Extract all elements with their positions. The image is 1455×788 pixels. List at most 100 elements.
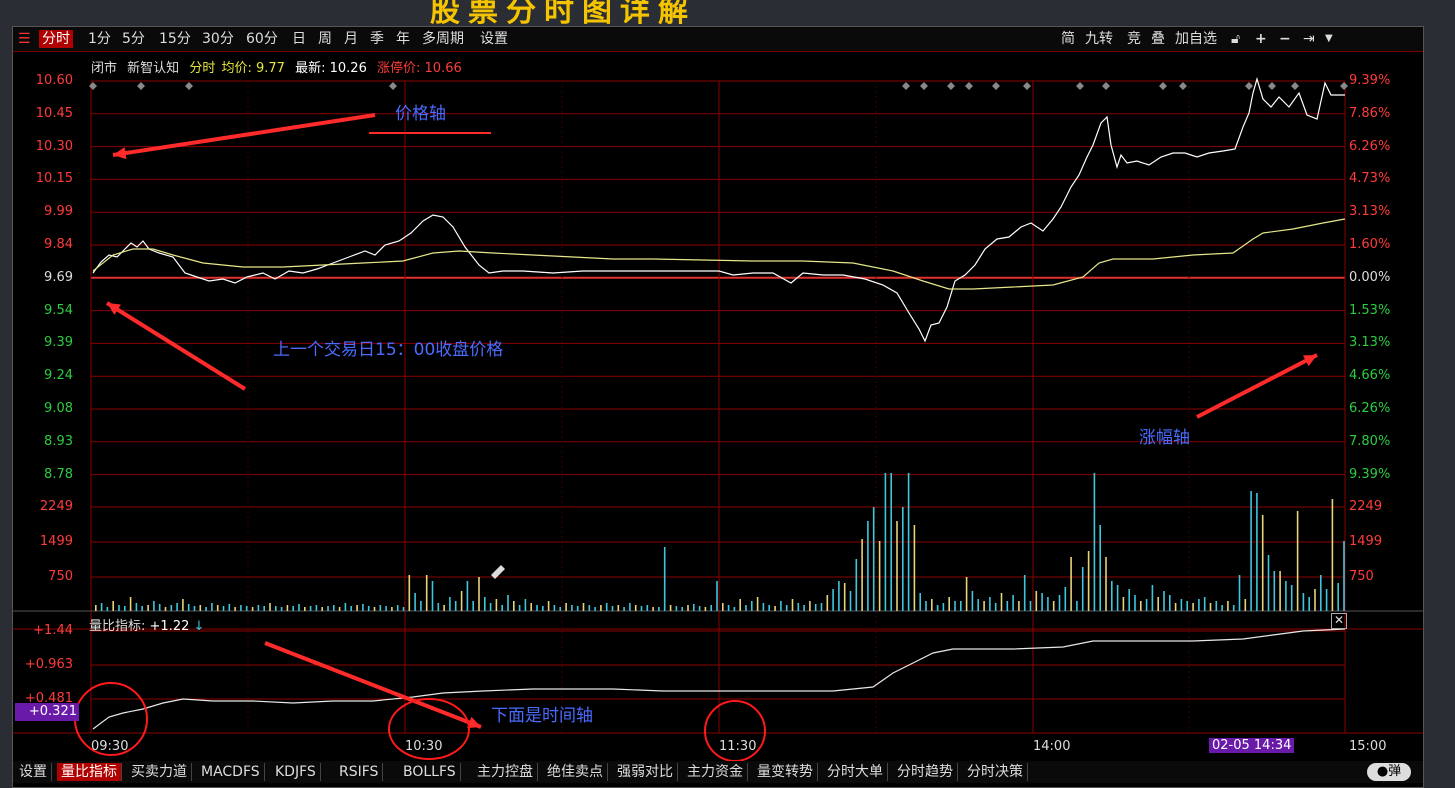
volume-bar xyxy=(936,605,939,611)
arrow-time-axis xyxy=(264,641,482,729)
cursor-time-marker: 02-05 14:34 xyxy=(1209,738,1295,753)
volume-bar xyxy=(1134,595,1136,611)
indicator-tab[interactable]: 设置 xyxy=(15,763,52,781)
indicator-tab[interactable]: 分时趋势 xyxy=(893,763,958,781)
indicator-tab[interactable]: BOLLFS xyxy=(399,763,461,781)
volume-bar xyxy=(176,603,178,611)
volume-bar xyxy=(1337,583,1339,611)
time-tick: 15:00 xyxy=(1349,739,1387,754)
volume-bar xyxy=(338,607,341,611)
volume-bar xyxy=(211,603,213,611)
volume-bar xyxy=(1145,599,1148,611)
event-marker-icon xyxy=(89,82,97,90)
volume-bar xyxy=(693,604,695,611)
volume-bar xyxy=(1058,595,1061,611)
volume-bar xyxy=(919,593,921,611)
chart-window: ☰ 分时 1分 5分 15分 30分 60分 日 周 月 季 年 多周期 设置 … xyxy=(12,26,1424,788)
volume-bar xyxy=(600,605,602,611)
volume-bar xyxy=(722,603,724,611)
volume-bar xyxy=(1209,603,1212,611)
volume-bar xyxy=(931,599,933,611)
volume-bar xyxy=(1052,601,1055,611)
price-tick-label: 9.54 xyxy=(44,302,73,318)
event-marker-icon xyxy=(1159,82,1167,90)
event-marker-icon xyxy=(389,82,397,90)
price-tick-label: 9.39 xyxy=(44,335,73,351)
volume-bar xyxy=(588,605,591,611)
volume-bar xyxy=(100,603,103,611)
volume-bar xyxy=(1081,567,1084,611)
volume-bar xyxy=(890,473,892,611)
indicator-tab[interactable]: 分时大单 xyxy=(823,763,888,781)
volume-bar xyxy=(460,591,463,611)
volume-bar xyxy=(391,607,393,611)
indicator-tab[interactable]: 主力资金 xyxy=(683,763,748,781)
volume-bar xyxy=(228,604,231,611)
volume-bar xyxy=(118,605,120,611)
arrow-down-icon: ↓ xyxy=(193,619,205,634)
volume-bar xyxy=(1198,599,1200,611)
volume-bar xyxy=(402,607,405,611)
percent-tick-label: 6.26% xyxy=(1349,138,1391,154)
volume-bar xyxy=(623,607,625,611)
volume-bar xyxy=(443,605,445,611)
indicator-tab[interactable]: 强弱对比 xyxy=(613,763,678,781)
volume-bar xyxy=(797,603,800,611)
percent-tick-label: 6.26% xyxy=(1349,401,1391,416)
volume-bar xyxy=(425,575,428,611)
volume-bar xyxy=(199,605,202,611)
event-marker-icon xyxy=(992,82,1000,90)
indicator-tab[interactable]: 分时决策 xyxy=(963,763,1028,781)
volume-bar xyxy=(1221,605,1223,611)
volume-bar xyxy=(780,601,782,611)
ratio-value: +1.22 xyxy=(149,619,190,634)
volume-bar xyxy=(1232,605,1235,611)
volume-bar xyxy=(1314,589,1316,611)
annotation-prev-close: 上一个交易日15：00收盘价格 xyxy=(273,340,504,360)
volume-tick-label: 1499 xyxy=(1349,534,1383,549)
volume-bar xyxy=(756,597,759,611)
indicator-tab[interactable]: 量比指标 xyxy=(57,763,122,781)
time-tick: 11:30 xyxy=(719,739,757,754)
volume-bar xyxy=(1047,597,1049,611)
indicator-tab[interactable]: 主力控盘 xyxy=(473,763,538,781)
percent-tick-label: 1.60% xyxy=(1349,237,1391,252)
volume-bar xyxy=(530,603,532,611)
volume-bar xyxy=(960,601,962,611)
volume-bar xyxy=(147,605,149,611)
volume-bar xyxy=(298,604,300,611)
volume-bar xyxy=(1308,597,1310,611)
indicator-tab[interactable]: 绝佳卖点 xyxy=(543,763,608,781)
event-marker-icon xyxy=(1179,82,1187,90)
indicator-tab[interactable]: MACDFS xyxy=(197,763,265,781)
volume-bar xyxy=(716,581,718,611)
volume-bar xyxy=(501,605,503,611)
indicator-tab[interactable]: KDJFS xyxy=(271,763,321,781)
percent-tick-label: 7.86% xyxy=(1349,105,1391,121)
event-marker-icon xyxy=(947,82,955,90)
volume-bar xyxy=(948,597,950,611)
popup-toggle[interactable]: ●弹 xyxy=(1367,763,1411,781)
indicator-tab[interactable]: 买卖力道 xyxy=(127,763,192,781)
close-icon[interactable]: ✕ xyxy=(1331,613,1347,629)
volume-bar xyxy=(617,605,620,611)
volume-bar xyxy=(768,605,770,611)
event-marker-icon xyxy=(137,82,145,90)
event-marker-icon xyxy=(1023,82,1031,90)
volume-bar xyxy=(675,606,678,611)
volume-bar xyxy=(1325,589,1328,611)
percent-tick-label: 4.73% xyxy=(1349,171,1391,187)
volume-bar xyxy=(826,595,829,611)
intraday-chart[interactable] xyxy=(13,27,1423,761)
time-tick: 09:30 xyxy=(91,739,129,754)
volume-bar xyxy=(321,607,323,611)
arrow-pct-axis xyxy=(1196,353,1318,419)
volume-bar xyxy=(1215,601,1218,611)
indicator-tab[interactable]: 量变转势 xyxy=(753,763,818,781)
indicator-tab[interactable]: RSIFS xyxy=(335,763,384,781)
price-tick-label: 8.78 xyxy=(44,466,73,482)
volume-bar xyxy=(605,603,608,611)
volume-bar xyxy=(803,605,805,611)
volume-bar xyxy=(785,605,788,611)
volume-bar xyxy=(269,603,271,611)
